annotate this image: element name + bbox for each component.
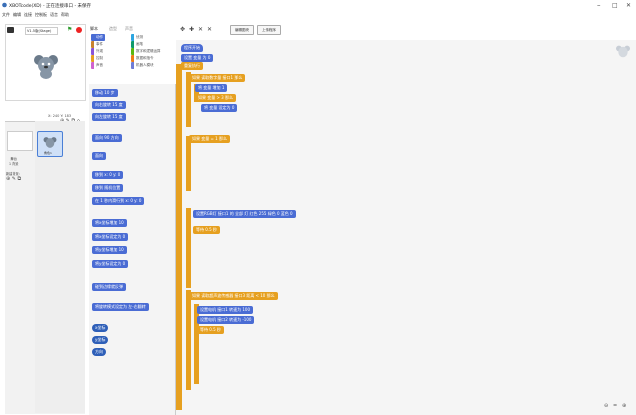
tab-sounds[interactable]: 声音 xyxy=(125,26,133,32)
category-item[interactable]: 画笔 xyxy=(131,41,145,48)
palette-block[interactable]: 面向 90 方向 xyxy=(92,134,122,142)
palette-block[interactable]: 向右旋转 15 度 xyxy=(92,101,126,109)
palette-block[interactable]: 碰到边缘就反弹 xyxy=(92,283,126,291)
category-item[interactable]: 机器人模块 xyxy=(131,62,156,69)
category-item[interactable]: 外观 xyxy=(91,48,105,55)
script-block[interactable]: 等待 0.5 秒 xyxy=(193,226,220,234)
palette-block[interactable]: 面向 xyxy=(92,152,106,160)
maximize-button[interactable]: □ xyxy=(612,2,618,9)
palette-block[interactable]: x坐标 xyxy=(92,324,109,332)
category-item[interactable]: 动作 xyxy=(91,34,105,41)
palette-block[interactable]: 将x坐标设定为 0 xyxy=(92,233,129,241)
stage-mode-icon[interactable] xyxy=(7,27,14,33)
close-button[interactable]: ✕ xyxy=(626,2,631,9)
duplicate-tool-icon[interactable]: ✥ xyxy=(180,26,185,33)
script-block[interactable]: 如果 读取超声波传感器 接口3 距离 < 10 那么 xyxy=(189,292,278,300)
palette-block[interactable]: 移动 10 步 xyxy=(92,89,118,97)
script-block[interactable]: 等待 0.5 秒 xyxy=(197,326,224,334)
category-item[interactable]: 事件 xyxy=(91,41,105,48)
minimize-button[interactable]: – xyxy=(597,2,601,9)
palette-block[interactable]: 向左旋转 15 度 xyxy=(92,113,126,121)
script-block[interactable]: 如果 读取数字量 接口1 那么 xyxy=(189,74,246,82)
zoom-in-icon[interactable]: ⊕ xyxy=(622,403,626,409)
script-block[interactable]: 如果 变量 = 1 那么 xyxy=(189,135,230,143)
green-flag-icon[interactable]: ⚑ xyxy=(67,26,72,33)
stop-icon[interactable] xyxy=(76,27,82,33)
grow-tool-icon[interactable]: ✚ xyxy=(189,26,194,33)
script-block[interactable]: 如果 变量 > 3 那么 xyxy=(195,94,236,102)
tab-scripts[interactable]: 脚本 xyxy=(90,26,98,32)
app-logo-icon xyxy=(2,2,7,8)
palette-block[interactable]: 将旋转模式设定为 左-右翻转 xyxy=(92,303,149,311)
script-block[interactable]: 设置电机 接口1 转速为 100 xyxy=(197,306,253,314)
koala-thumb-icon xyxy=(43,137,57,148)
category-item[interactable]: 控制 xyxy=(91,55,105,62)
new-background-tools-icon[interactable]: ⊕ ✎ ⧉ xyxy=(6,176,21,182)
script-area[interactable]: 程序开始设置 变量 为 0 重复执行如果 读取数字量 接口1 那么将 变量 增加 … xyxy=(176,40,636,415)
tab-costumes[interactable]: 造型 xyxy=(109,26,117,32)
palette-block[interactable]: 将x坐标增加 10 xyxy=(92,219,127,227)
control-loop-bar xyxy=(176,64,182,410)
palette-block[interactable]: y坐标 xyxy=(92,336,109,344)
zoom-out-icon[interactable]: ⊖ xyxy=(604,403,608,409)
edit-blocks-button[interactable]: 编辑图块 xyxy=(230,25,254,35)
shrink-tool-icon[interactable]: ✕ xyxy=(198,26,203,33)
zoom-reset-icon[interactable]: = xyxy=(613,403,617,409)
project-name-input[interactable]: V1.5版(Stage) xyxy=(25,27,58,35)
menu-bar: 文件 编辑 连接 控制板 语言 帮助 xyxy=(0,11,636,18)
category-item[interactable]: 侦测 xyxy=(131,34,145,41)
script-block[interactable]: 将 变量 设定为 0 xyxy=(201,104,238,112)
sprite-thumbnail[interactable]: 角色1 xyxy=(37,131,63,157)
palette-block[interactable]: 在 1 秒内滑行到 x: 0 y: 0 xyxy=(92,197,145,205)
window-title: XBOTcode(XD) - 正在连接串口 - 未保存 xyxy=(9,4,91,9)
control-loop-bar xyxy=(186,208,191,288)
control-loop-bar xyxy=(186,290,191,390)
delete-tool-icon[interactable]: ✕ xyxy=(207,26,212,33)
script-block[interactable]: 重复执行 xyxy=(181,62,203,70)
sprite-watermark-icon xyxy=(616,45,630,58)
category-item[interactable]: 数据和指令 xyxy=(131,55,156,62)
category-item[interactable]: 数字和逻辑运算 xyxy=(131,48,163,55)
upload-program-button[interactable]: 上传程序 xyxy=(257,25,281,35)
palette-block[interactable]: 将y坐标设定为 0 xyxy=(92,260,129,268)
block-palette: 移动 10 步向右旋转 15 度向左旋转 15 度面向 90 方向 面向移到 x:… xyxy=(89,84,176,415)
program-start-hat[interactable]: 程序开始 xyxy=(181,44,203,52)
stage-thumb-label: 舞台 1 背景 xyxy=(9,157,19,166)
script-block[interactable]: 将 变量 增加 1 xyxy=(195,84,228,92)
script-block[interactable]: 设置 变量 为 0 xyxy=(181,54,214,62)
palette-block[interactable]: 移到 x: 0 y: 0 xyxy=(92,171,124,179)
sprite-library: 角色1 xyxy=(35,121,85,413)
control-loop-bar xyxy=(186,136,191,191)
script-block[interactable]: 设置电机 接口2 转速为 -100 xyxy=(197,316,255,324)
category-item[interactable]: 声音 xyxy=(91,62,105,69)
sprite-thumb-label: 角色1 xyxy=(44,151,52,155)
palette-block[interactable]: 将y坐标增加 10 xyxy=(92,246,127,254)
palette-block[interactable]: 方向 xyxy=(92,348,106,356)
stage-header: V1.5版(Stage) ⚑ xyxy=(5,24,85,39)
palette-block[interactable]: 移到 随机位置 xyxy=(92,184,124,192)
stage-thumbnail[interactable] xyxy=(7,131,33,151)
title-bar: XBOTcode(XD) - 正在连接串口 - 未保存 – □ ✕ xyxy=(0,0,636,11)
category-panel: 脚本 造型 声音 动作 事件 外观 控制 声音 侦测 画笔 数字和逻辑运算 数据和指令 机器人模块 xyxy=(89,24,169,84)
koala-sprite-icon[interactable] xyxy=(34,53,58,79)
script-block[interactable]: 设置RGB灯 接口1 的 全部 灯 红色 255 绿色 0 蓝色 0 xyxy=(193,210,296,218)
